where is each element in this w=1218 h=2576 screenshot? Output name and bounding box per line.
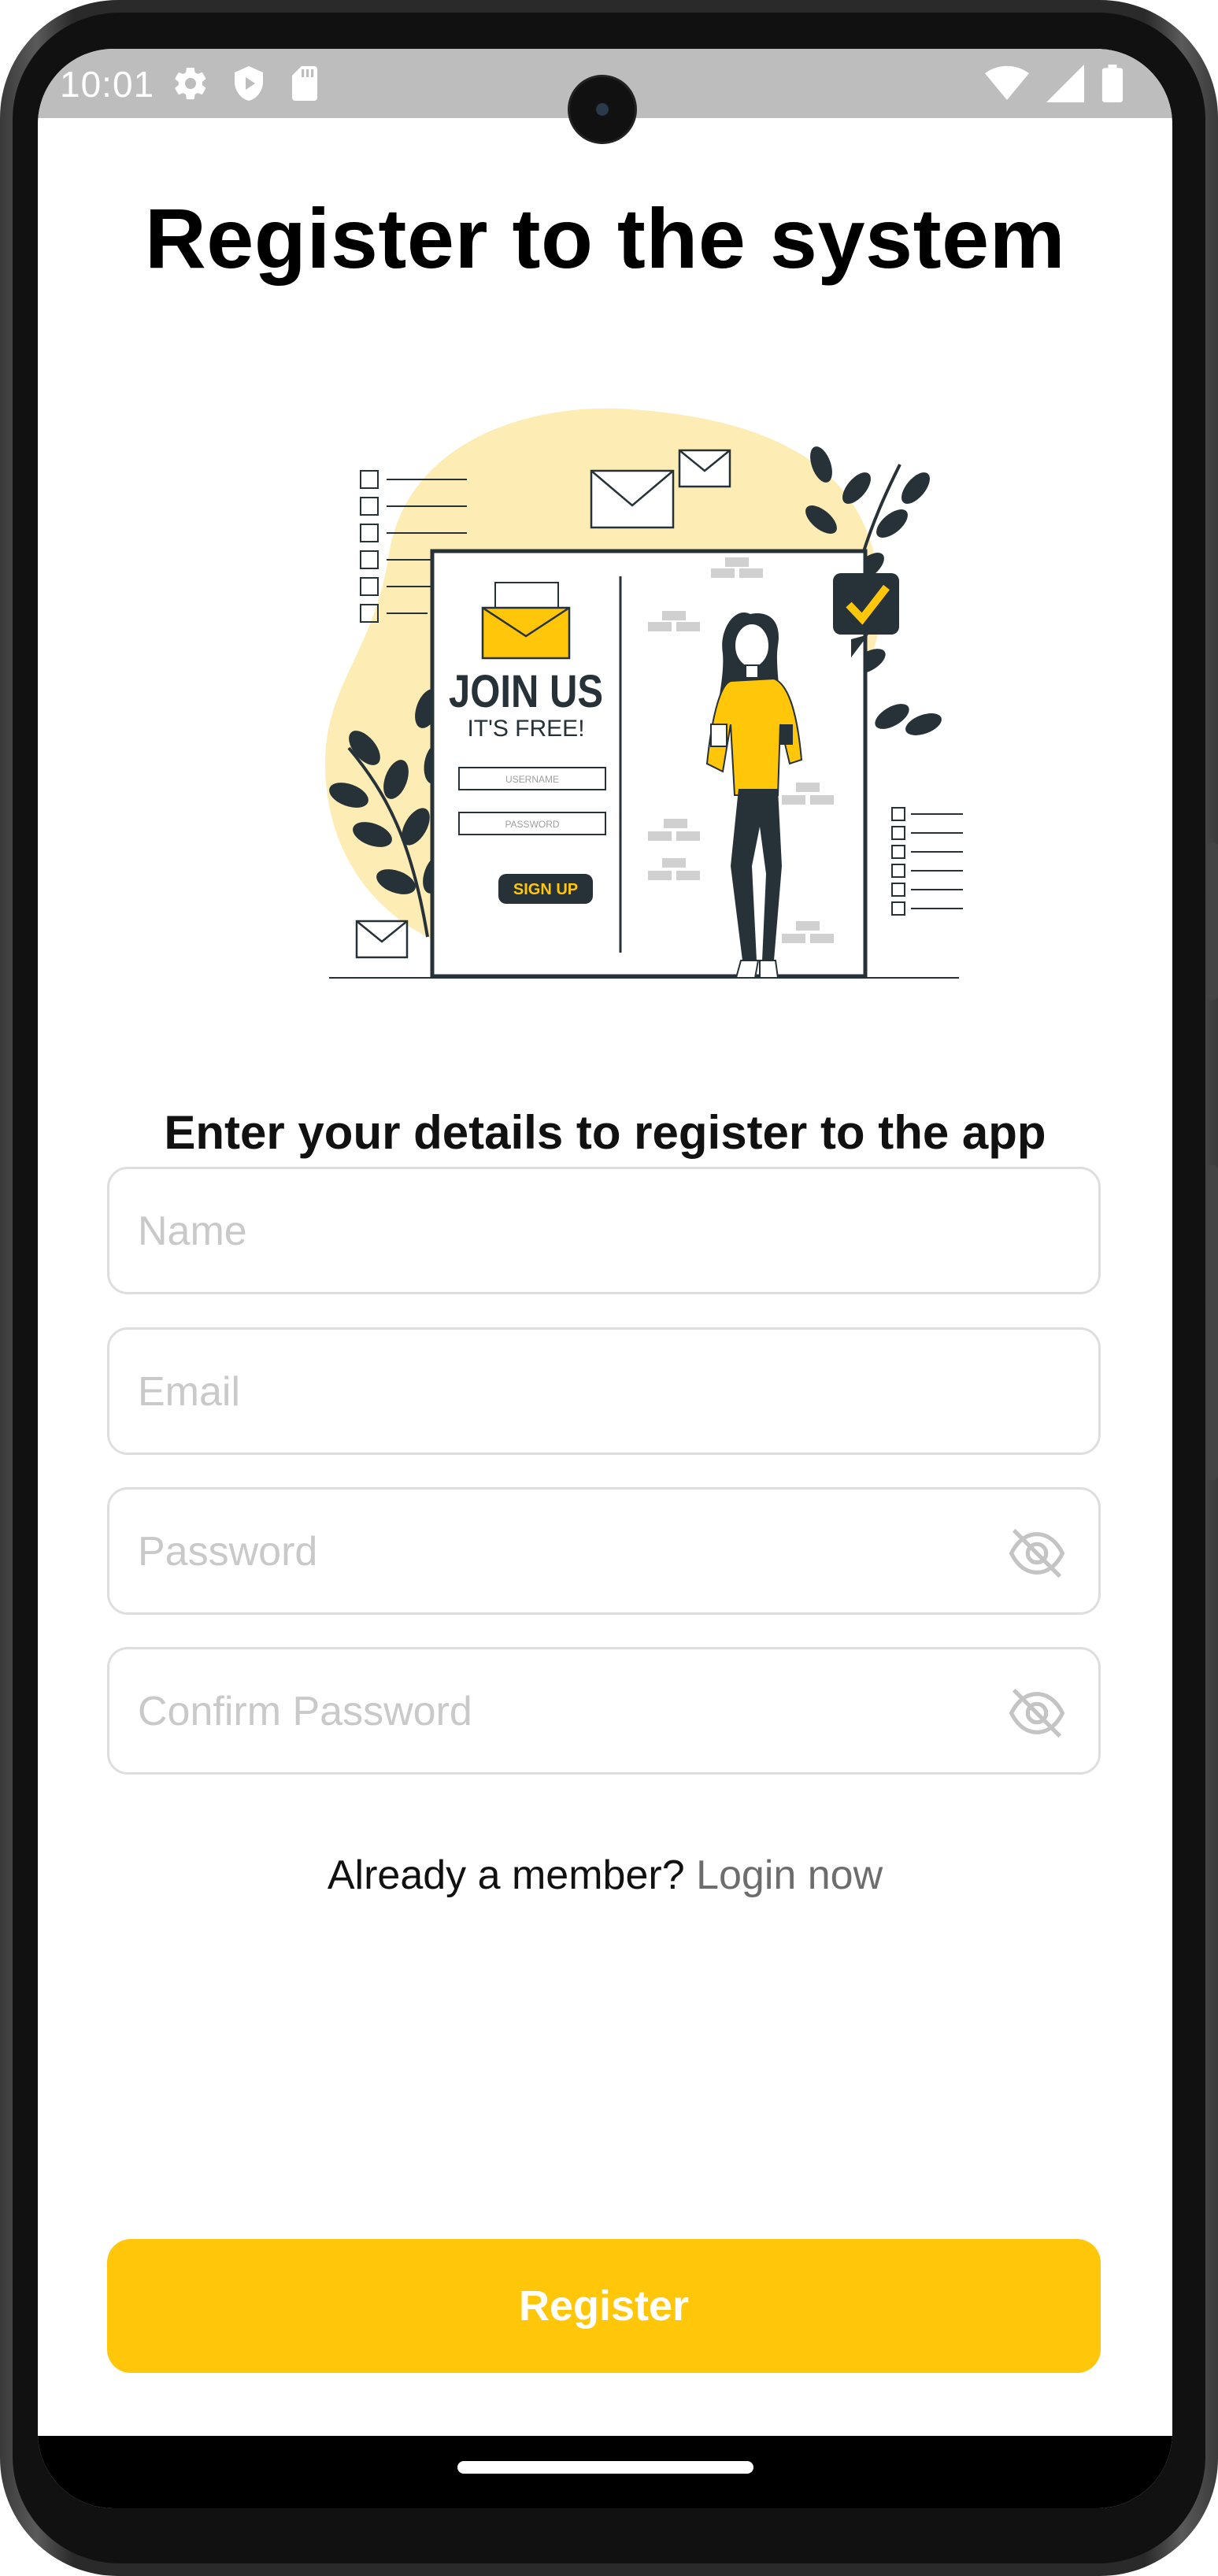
- status-icons-right: [985, 65, 1124, 102]
- status-time: 10:01: [60, 64, 155, 105]
- status-icons-left: [172, 65, 321, 102]
- name-input[interactable]: [136, 1169, 966, 1294]
- page-subtitle: Enter your details to register to the ap…: [164, 1106, 1046, 1159]
- gear-icon: [175, 67, 206, 100]
- battery-icon: [1101, 65, 1124, 102]
- volume-button: [1207, 842, 1218, 1000]
- front-camera: [570, 77, 635, 142]
- power-button: [1207, 1165, 1218, 1480]
- login-prompt: Already a member? Login now: [38, 1852, 1172, 1899]
- login-now-link[interactable]: Login now: [696, 1852, 883, 1898]
- home-indicator[interactable]: [457, 2461, 753, 2474]
- right-checklist: [891, 807, 963, 916]
- join-tagline: IT'S FREE!: [467, 716, 584, 742]
- navigation-bar: [38, 2436, 1172, 2508]
- name-field[interactable]: [107, 1167, 1101, 1294]
- email-input[interactable]: [136, 1330, 966, 1454]
- shield-play-icon: [235, 66, 263, 101]
- eye-off-icon[interactable]: [1005, 1682, 1068, 1744]
- register-illustration: JOIN US IT'S FREE! USERNAME PASSWORD SIG…: [325, 408, 963, 979]
- eye-off-icon[interactable]: [1005, 1523, 1068, 1584]
- join-heading: JOIN US: [449, 666, 603, 717]
- register-button[interactable]: Register: [107, 2239, 1101, 2373]
- password-field-label: PASSWORD: [505, 819, 559, 830]
- password-field[interactable]: [107, 1487, 1101, 1615]
- signup-graphic-label: SIGN UP: [513, 881, 578, 898]
- wifi-icon: [985, 65, 1029, 100]
- login-prompt-text: Already a member?: [327, 1852, 697, 1898]
- email-field[interactable]: [107, 1327, 1101, 1455]
- password-input[interactable]: [136, 1490, 966, 1614]
- confirm-password-field[interactable]: [107, 1647, 1101, 1775]
- screen: 10:01 Register to the system JOIN US IT'…: [38, 49, 1172, 2508]
- confirm-password-input[interactable]: [136, 1649, 966, 1774]
- sd-card-icon: [292, 66, 317, 101]
- username-field-label: USERNAME: [505, 774, 559, 785]
- page-title: Register to the system: [144, 191, 1066, 286]
- signal-icon: [1046, 65, 1084, 102]
